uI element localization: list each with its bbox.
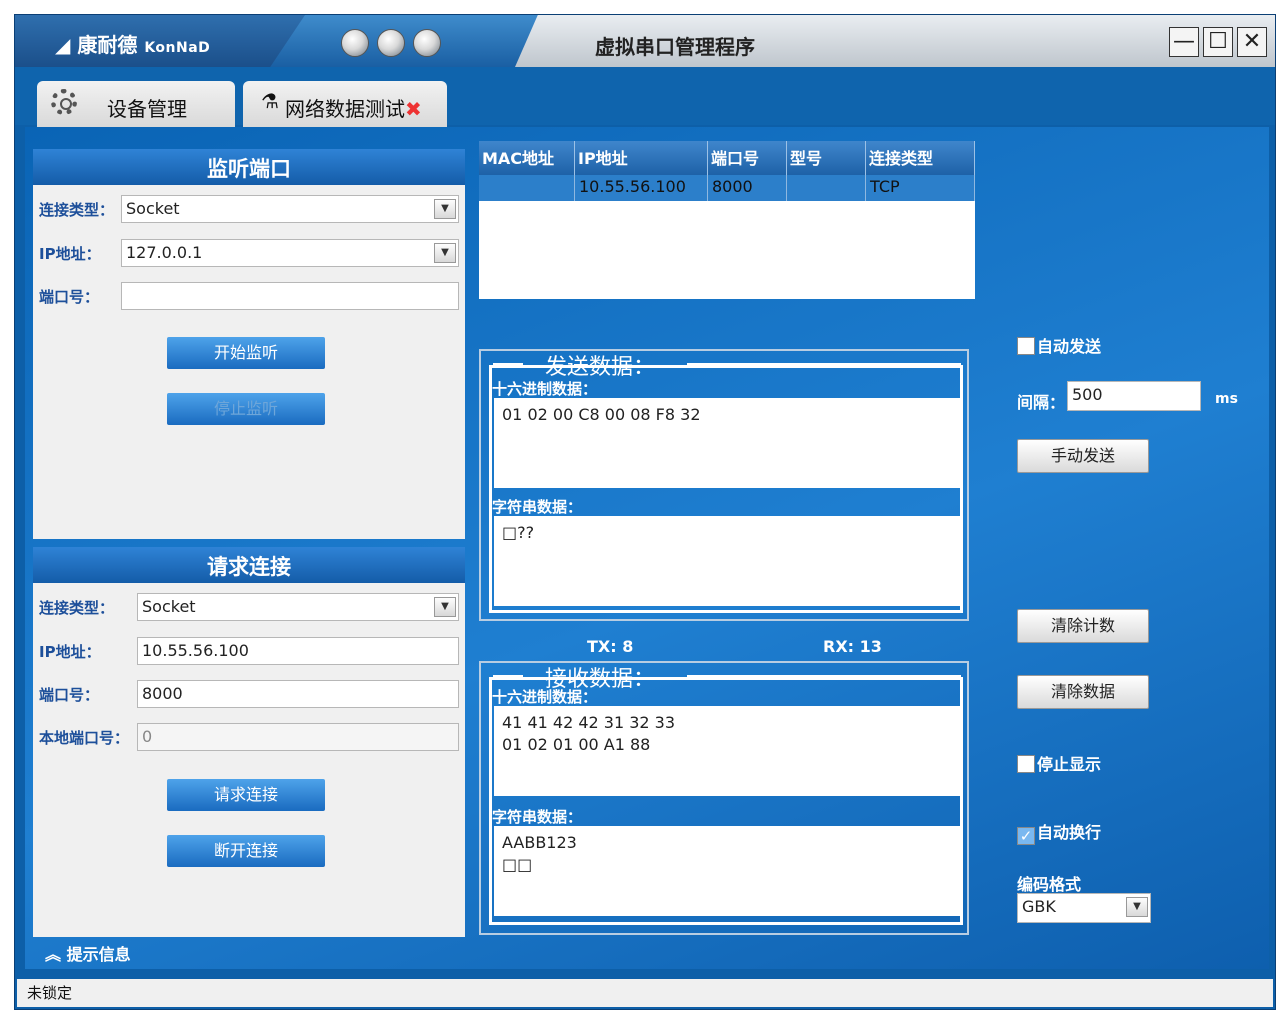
send-string-textarea[interactable]: □?? xyxy=(494,516,960,606)
interval-label: 间隔： xyxy=(1017,393,1066,412)
receive-inner: 十六进制数据： 41 41 42 42 31 32 33 01 02 01 00… xyxy=(489,677,963,925)
request-panel: 请求连接 连接类型： Socket ▼ IP地址： 10.55.56.100 端… xyxy=(33,547,465,937)
orb-icon-1 xyxy=(341,29,369,57)
interval-input[interactable]: 500 xyxy=(1067,381,1201,411)
title-bar: ◢ 康耐德 KonNaD 虚拟串口管理程序 — ☐ ✕ xyxy=(15,15,1275,67)
column-header[interactable]: 型号 xyxy=(787,141,866,179)
listen-conn-type-label: 连接类型： xyxy=(39,201,115,219)
chevron-up-icon: ︽ xyxy=(45,945,62,964)
listen-header: 监听端口 xyxy=(33,149,465,185)
auto-wrap-checkbox[interactable]: ✓ 自动换行 xyxy=(1017,819,1101,845)
window-title: 虚拟串口管理程序 xyxy=(595,35,755,59)
flask-icon: ⚗ xyxy=(261,89,279,113)
send-hex-label: 十六进制数据： xyxy=(492,380,598,398)
minimize-button[interactable]: — xyxy=(1169,27,1199,57)
local-port-input[interactable]: 0 xyxy=(137,723,459,751)
tab-network-test[interactable]: ⚗ 网络数据测试✖ xyxy=(243,81,447,127)
brand-logo: ◢ 康耐德 KonNaD xyxy=(55,33,211,57)
receive-hex-label: 十六进制数据： xyxy=(492,688,598,706)
maximize-button[interactable]: ☐ xyxy=(1203,27,1233,57)
orb-icon-3 xyxy=(413,29,441,57)
clear-count-button[interactable]: 清除计数 xyxy=(1017,609,1149,643)
receive-string-label: 字符串数据： xyxy=(492,808,583,826)
request-ip-input[interactable]: 10.55.56.100 xyxy=(137,637,459,665)
receive-hex-line: 41 41 42 42 31 32 33 xyxy=(502,713,676,732)
receive-hex-line: 01 02 01 00 A1 88 xyxy=(502,735,651,754)
rx-counter: RX: 13 xyxy=(823,637,882,656)
tips-toggle[interactable]: ︽ 提示信息 xyxy=(45,941,131,965)
chevron-down-icon[interactable]: ▼ xyxy=(434,597,456,617)
listen-ip-label: IP地址： xyxy=(39,245,101,263)
local-port-label: 本地端口号： xyxy=(39,729,130,747)
content-area: 监听端口 连接类型： Socket ▼ IP地址： 127.0.0.1 ▼ 端口… xyxy=(25,127,1269,969)
column-header[interactable]: IP地址 xyxy=(575,141,708,179)
brand-area: ◢ 康耐德 KonNaD xyxy=(15,15,305,67)
window-controls: — ☐ ✕ xyxy=(1169,27,1267,57)
tx-counter: TX: 8 xyxy=(587,637,634,656)
tab-device-management[interactable]: 设备管理 xyxy=(37,81,235,127)
status-bar: 未锁定 xyxy=(17,979,1273,1007)
listen-port-input[interactable] xyxy=(121,282,459,310)
connection-table[interactable]: MAC地址 IP地址 端口号 型号 连接类型 10.55.56.100 8000… xyxy=(479,141,975,299)
table-row[interactable]: 10.55.56.100 8000 TCP xyxy=(479,175,975,201)
request-ip-label: IP地址： xyxy=(39,643,101,661)
manual-send-button[interactable]: 手动发送 xyxy=(1017,439,1149,473)
logo-icon: ◢ xyxy=(55,33,71,57)
tab-label: 网络数据测试✖ xyxy=(285,97,422,121)
request-conn-type-select[interactable]: Socket ▼ xyxy=(137,593,459,621)
receive-group: 接收数据： 十六进制数据： 41 41 42 42 31 32 33 01 02… xyxy=(479,661,969,935)
send-group: 发送数据： 十六进制数据： 01 02 00 C8 00 08 F8 32 字符… xyxy=(479,349,969,621)
table-header: MAC地址 IP地址 端口号 型号 连接类型 xyxy=(479,141,975,179)
gear-icon xyxy=(51,89,77,115)
request-port-label: 端口号： xyxy=(39,686,100,704)
start-listen-button[interactable]: 开始监听 xyxy=(167,337,325,369)
request-conn-type-label: 连接类型： xyxy=(39,599,115,617)
table-cell xyxy=(787,175,866,201)
disconnect-button[interactable]: 断开连接 xyxy=(167,835,325,867)
receive-string-textarea[interactable]: AABB123 □□ xyxy=(494,826,960,916)
send-string-label: 字符串数据： xyxy=(492,498,583,516)
stop-listen-button[interactable]: 停止监听 xyxy=(167,393,325,425)
chevron-down-icon[interactable]: ▼ xyxy=(434,199,456,219)
close-button[interactable]: ✕ xyxy=(1237,27,1267,57)
tab-bar: 设备管理 ⚗ 网络数据测试✖ xyxy=(15,67,1275,127)
request-port-input[interactable]: 8000 xyxy=(137,680,459,708)
orb-group xyxy=(341,29,449,61)
listen-port-label: 端口号： xyxy=(39,288,100,306)
check-icon[interactable]: ✓ xyxy=(1017,827,1035,845)
tab-close-icon[interactable]: ✖ xyxy=(405,97,422,121)
tab-label: 设备管理 xyxy=(107,97,187,121)
orb-icon-2 xyxy=(377,29,405,57)
table-cell: TCP xyxy=(866,175,975,201)
interval-unit: ms xyxy=(1215,391,1238,407)
column-header[interactable]: 连接类型 xyxy=(866,141,975,179)
table-cell: 8000 xyxy=(708,175,787,201)
checkbox-box[interactable] xyxy=(1017,755,1035,773)
receive-hex-textarea[interactable]: 41 41 42 42 31 32 33 01 02 01 00 A1 88 xyxy=(494,706,960,796)
listen-ip-select[interactable]: 127.0.0.1 ▼ xyxy=(121,239,459,267)
receive-string-line: AABB123 xyxy=(502,833,577,852)
stop-display-checkbox[interactable]: 停止显示 xyxy=(1017,751,1101,775)
chevron-down-icon[interactable]: ▼ xyxy=(434,243,456,263)
chevron-down-icon[interactable]: ▼ xyxy=(1126,897,1148,917)
encoding-label: 编码格式 xyxy=(1017,875,1082,894)
encoding-select[interactable]: GBK ▼ xyxy=(1017,893,1151,923)
column-header[interactable]: 端口号 xyxy=(708,141,787,179)
send-inner: 十六进制数据： 01 02 00 C8 00 08 F8 32 字符串数据： □… xyxy=(489,365,963,613)
listen-conn-type-select[interactable]: Socket ▼ xyxy=(121,195,459,223)
request-connect-button[interactable]: 请求连接 xyxy=(167,779,325,811)
main-window: ◢ 康耐德 KonNaD 虚拟串口管理程序 — ☐ ✕ 设备管理 ⚗ 网络数据测… xyxy=(14,14,1276,1010)
clear-data-button[interactable]: 清除数据 xyxy=(1017,675,1149,709)
table-cell xyxy=(479,175,575,201)
checkbox-box[interactable] xyxy=(1017,337,1035,355)
table-cell: 10.55.56.100 xyxy=(575,175,708,201)
listen-panel: 监听端口 连接类型： Socket ▼ IP地址： 127.0.0.1 ▼ 端口… xyxy=(33,149,465,539)
request-header: 请求连接 xyxy=(33,547,465,583)
receive-string-line: □□ xyxy=(502,855,533,874)
column-header[interactable]: MAC地址 xyxy=(479,141,575,179)
send-hex-textarea[interactable]: 01 02 00 C8 00 08 F8 32 xyxy=(494,398,960,488)
auto-send-checkbox[interactable]: 自动发送 xyxy=(1017,333,1101,357)
